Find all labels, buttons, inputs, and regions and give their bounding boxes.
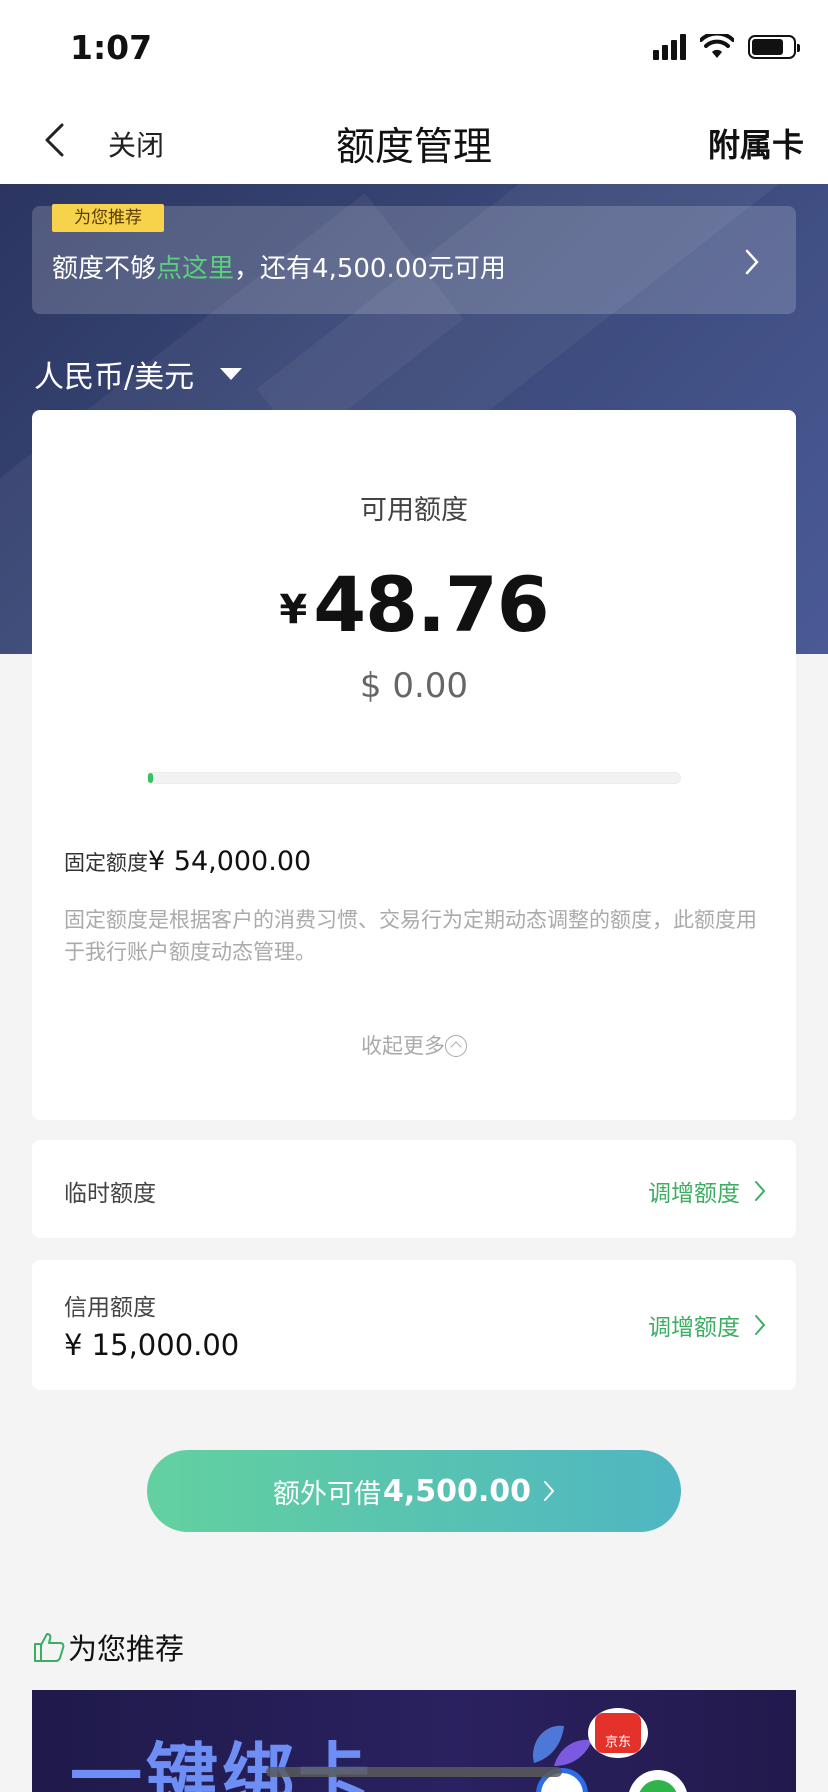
wechat-app-icon [628,1770,688,1792]
leaf-decoration-icon [533,1725,592,1766]
collapse-more-button[interactable]: 收起更多 [32,1030,796,1060]
home-indicator[interactable] [266,1767,562,1777]
banner-headline: 一键绑卡 [70,1735,375,1792]
promo-banner[interactable]: 为您推荐 额度不够点这里，还有4,500.00元可用 [32,204,796,314]
navigation-bar: 关闭 额度管理 附属卡 [0,96,828,184]
supplementary-card-button[interactable]: 附属卡 [708,120,804,166]
status-bar: 1:07 [0,0,828,96]
currency-label: 人民币/美元 [34,360,195,395]
chevron-up-circle-icon [445,1035,467,1057]
temporary-limit-increase-button[interactable]: 调增额度 [648,1174,766,1208]
promo-text: 额度不够点这里，还有4,500.00元可用 [52,254,506,284]
available-limit-card: 可用额度 ¥48.76 $ 0.00 固定额度¥ 54,000.00 固定额度是… [32,410,796,1120]
promo-tag: 为您推荐 [52,204,164,232]
credit-limit-row: 信用额度 ¥ 15,000.00 调增额度 [32,1260,796,1390]
chevron-right-icon [745,249,759,275]
jd-app-icon: 京东 [588,1708,648,1758]
chevron-right-icon [755,1181,766,1201]
temporary-limit-row: 临时额度 调增额度 [32,1140,796,1238]
available-limit-amount: ¥48.76 [279,560,549,649]
chevron-right-icon [544,1481,555,1501]
chevron-right-icon [755,1315,766,1335]
limit-usage-progress [147,772,681,784]
temporary-limit-label: 临时额度 [64,1181,156,1207]
cellular-signal-icon [653,34,686,60]
credit-limit-label: 信用额度 [64,1295,156,1321]
usd-available-amount: $ 0.00 [359,666,469,706]
caret-down-icon [220,368,243,380]
extra-borrow-button[interactable]: 额外可借 4,500.00 [147,1450,681,1532]
credit-limit-increase-button[interactable]: 调增额度 [648,1308,766,1342]
thumbs-up-icon [34,1633,65,1662]
promo-link[interactable]: 点这里 [156,254,234,284]
wifi-icon [700,34,734,58]
battery-icon [748,35,800,59]
fixed-limit: 固定额度¥ 54,000.00 [64,846,312,877]
credit-limit-amount: ¥ 15,000.00 [64,1328,240,1362]
currency-selector[interactable]: 人民币/美元 [34,352,243,396]
available-limit-label: 可用额度 [360,495,468,526]
recommend-section-title: 为您推荐 [32,1626,184,1668]
status-time: 1:07 [70,28,153,67]
status-icons [653,34,800,60]
page-title: 额度管理 [335,125,492,170]
fixed-limit-description: 固定额度是根据客户的消费习惯、交易行为定期动态调整的额度，此额度用于我行账户额度… [64,908,757,964]
